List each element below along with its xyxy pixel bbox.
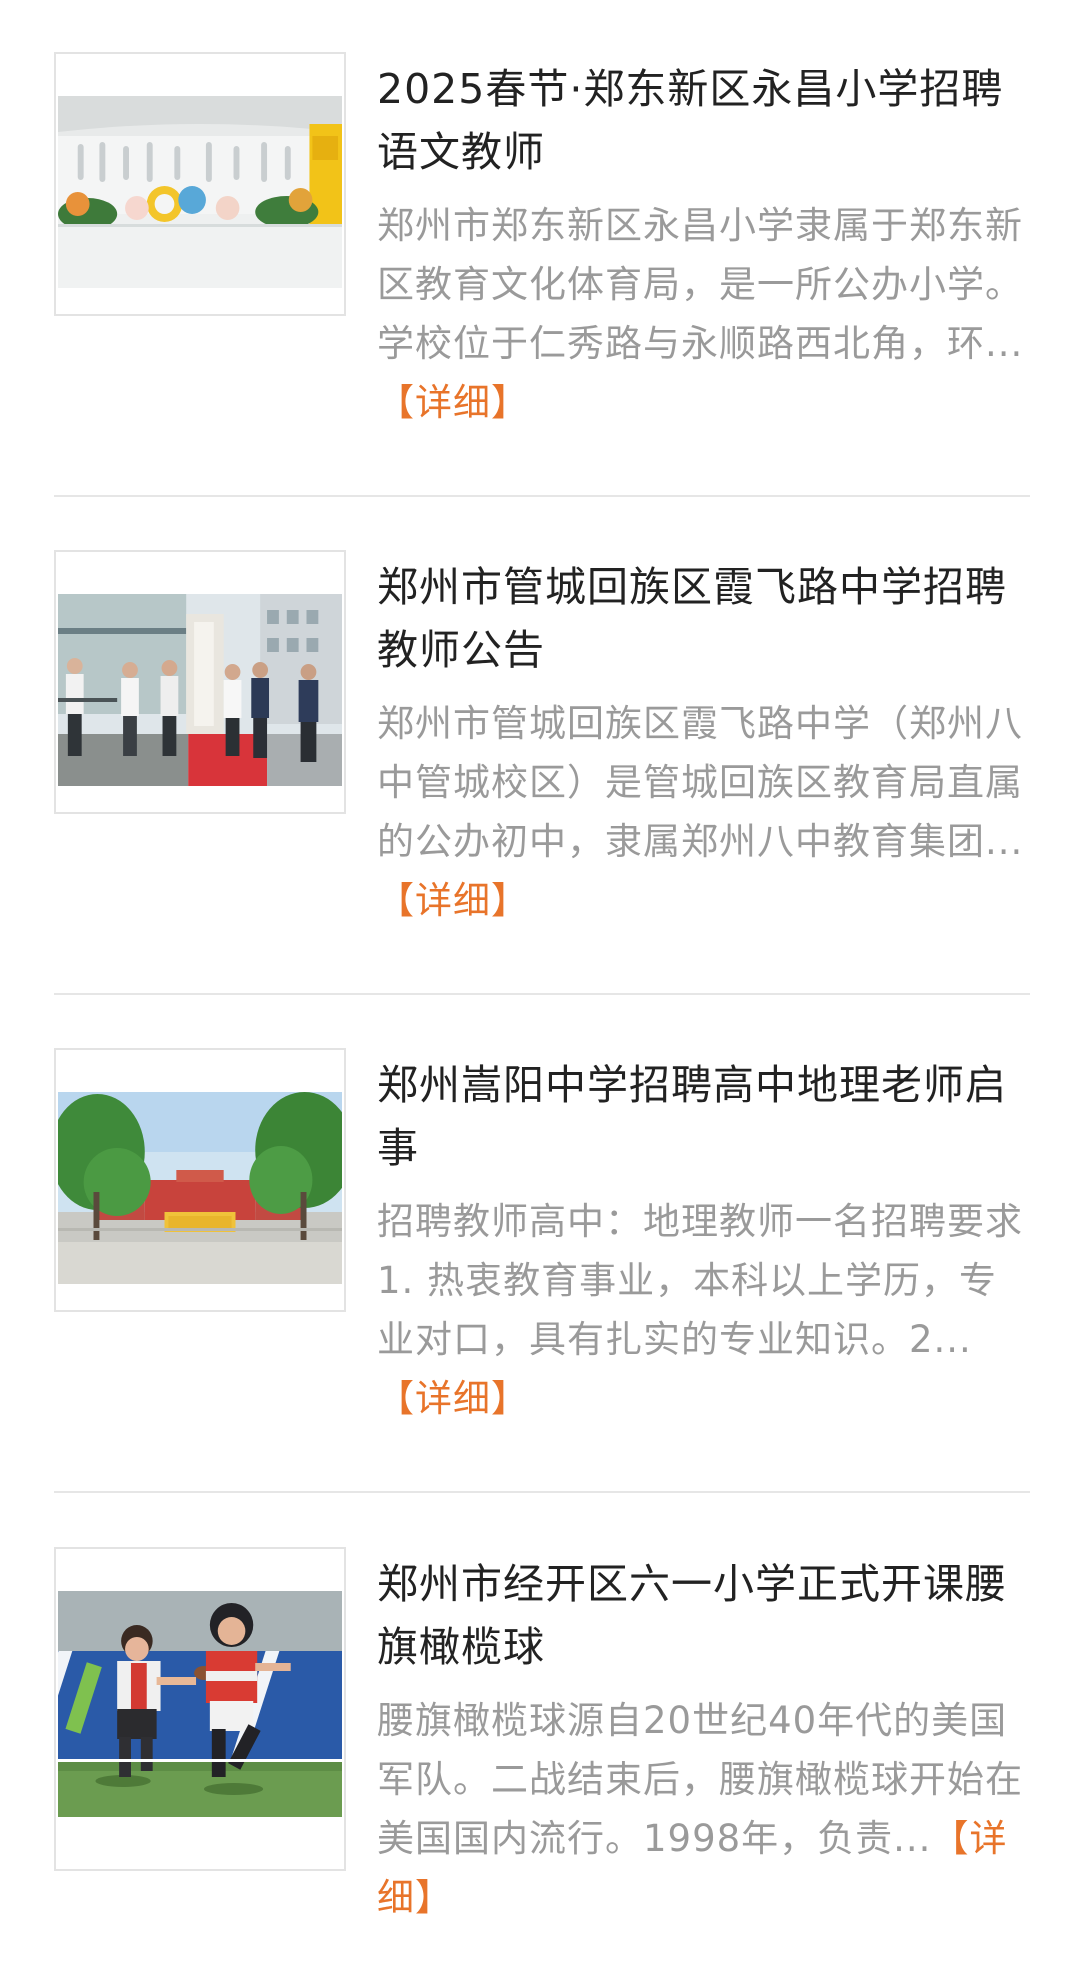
- news-summary: 郑州市管城回族区霞飞路中学（郑州八中管城校区）是管城回族区教育局直属的公办初中，…: [377, 694, 1029, 930]
- list-item[interactable]: 郑州市管城回族区霞飞路中学招聘教师公告 郑州市管城回族区霞飞路中学（郑州八中管城…: [54, 550, 1030, 990]
- list-item[interactable]: 郑州市经开区六一小学正式开课腰旗橄榄球 腰旗橄榄球源自20世纪40年代的美国军队…: [54, 1547, 1030, 1987]
- news-summary: 郑州市郑东新区永昌小学隶属于郑东新区教育文化体育局，是一所公办小学。学校位于仁秀…: [377, 196, 1029, 432]
- news-thumbnail[interactable]: [54, 550, 346, 814]
- news-thumbnail[interactable]: [54, 52, 346, 316]
- news-summary: 招聘教师高中：地理教师一名招聘要求1. 热衷教育事业，本科以上学历，专业对口，具…: [377, 1192, 1029, 1428]
- school-gate-ceremony-photo-icon: [58, 594, 342, 786]
- list-item[interactable]: 郑州嵩阳中学招聘高中地理老师启事 招聘教师高中：地理教师一名招聘要求1. 热衷教…: [54, 1048, 1030, 1488]
- news-title-text[interactable]: 郑州嵩阳中学招聘高中地理老师启事: [377, 1061, 1007, 1172]
- detail-link[interactable]: 【详细】: [377, 381, 529, 424]
- flag-football-kids-photo-icon: [58, 1591, 342, 1817]
- news-title-text[interactable]: 2025春节·郑东新区永昌小学招聘语文教师: [377, 65, 1003, 176]
- news-text: 郑州嵩阳中学招聘高中地理老师启事 招聘教师高中：地理教师一名招聘要求1. 热衷教…: [377, 1048, 1029, 1428]
- news-text: 郑州市经开区六一小学正式开课腰旗橄榄球 腰旗橄榄球源自20世纪40年代的美国军队…: [377, 1547, 1029, 1927]
- news-text: 郑州市管城回族区霞飞路中学招聘教师公告 郑州市管城回族区霞飞路中学（郑州八中管城…: [377, 550, 1029, 930]
- news-thumbnail[interactable]: [54, 1048, 346, 1312]
- school-lobby-photo-icon: [58, 96, 342, 288]
- school-campus-photo-icon: [58, 1092, 342, 1284]
- list-divider: [54, 1491, 1030, 1493]
- news-summary-text: 郑州市管城回族区霞飞路中学（郑州八中管城校区）是管城回族区教育局直属的公办初中，…: [377, 702, 1024, 863]
- news-summary-text: 郑州市郑东新区永昌小学隶属于郑东新区教育文化体育局，是一所公办小学。学校位于仁秀…: [377, 204, 1024, 365]
- news-thumbnail[interactable]: [54, 1547, 346, 1871]
- detail-link[interactable]: 【详细】: [377, 879, 529, 922]
- news-title-text[interactable]: 郑州市管城回族区霞飞路中学招聘教师公告: [377, 563, 1007, 674]
- list-item[interactable]: 2025春节·郑东新区永昌小学招聘语文教师 郑州市郑东新区永昌小学隶属于郑东新区…: [54, 52, 1030, 492]
- news-title[interactable]: 郑州嵩阳中学招聘高中地理老师启事: [377, 1054, 1029, 1180]
- news-title-text[interactable]: 郑州市经开区六一小学正式开课腰旗橄榄球: [377, 1560, 1007, 1671]
- news-summary: 腰旗橄榄球源自20世纪40年代的美国军队。二战结束后，腰旗橄榄球开始在美国国内流…: [377, 1691, 1029, 1927]
- detail-link[interactable]: 【详细】: [377, 1377, 529, 1420]
- news-title[interactable]: 郑州市管城回族区霞飞路中学招聘教师公告: [377, 556, 1029, 682]
- news-summary-text: 招聘教师高中：地理教师一名招聘要求1. 热衷教育事业，本科以上学历，专业对口，具…: [377, 1200, 1023, 1361]
- list-divider: [54, 495, 1030, 497]
- list-divider: [54, 993, 1030, 995]
- news-summary-text: 腰旗橄榄球源自20世纪40年代的美国军队。二战结束后，腰旗橄榄球开始在美国国内流…: [377, 1699, 1023, 1860]
- news-text: 2025春节·郑东新区永昌小学招聘语文教师 郑州市郑东新区永昌小学隶属于郑东新区…: [377, 52, 1029, 432]
- news-title[interactable]: 郑州市经开区六一小学正式开课腰旗橄榄球: [377, 1553, 1029, 1679]
- news-title[interactable]: 2025春节·郑东新区永昌小学招聘语文教师: [377, 58, 1029, 184]
